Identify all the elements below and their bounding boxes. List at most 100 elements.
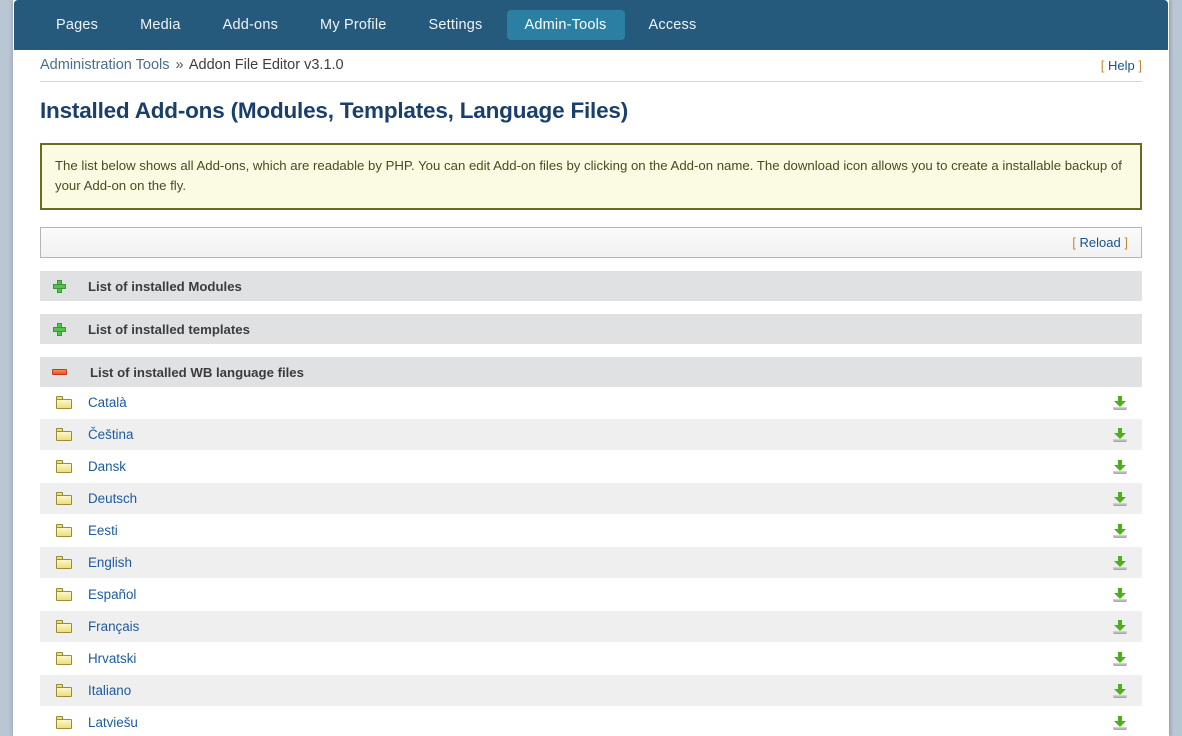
download-icon[interactable] — [1098, 459, 1142, 474]
download-glyph — [1113, 459, 1127, 474]
reload-bar: [ Reload ] — [40, 227, 1142, 258]
help-label: Help — [1108, 58, 1135, 73]
folder-icon — [40, 428, 88, 441]
file-row[interactable]: Español — [40, 579, 1142, 611]
section-list: List of installed Modules List of install… — [40, 271, 1142, 387]
breadcrumb-row: Administration Tools » Addon File Editor… — [40, 50, 1142, 82]
plus-icon[interactable] — [44, 279, 74, 293]
download-icon[interactable] — [1098, 491, 1142, 506]
breadcrumb-root[interactable]: Administration Tools — [40, 57, 170, 73]
folder-glyph — [56, 588, 72, 601]
file-list: Català Čeština Dansk Deutsch Eesti English Esp… — [40, 387, 1142, 736]
folder-glyph — [56, 524, 72, 537]
nav-item-settings[interactable]: Settings — [411, 10, 501, 40]
folder-icon — [40, 492, 88, 505]
folder-icon — [40, 716, 88, 729]
help-bracket-close: ] — [1138, 58, 1142, 73]
download-icon[interactable] — [1098, 651, 1142, 666]
download-icon[interactable] — [1098, 395, 1142, 410]
download-glyph — [1113, 491, 1127, 506]
file-name-link[interactable]: Italiano — [88, 683, 1098, 698]
nav-item-my-profile[interactable]: My Profile — [302, 10, 404, 40]
folder-icon — [40, 620, 88, 633]
file-name-link[interactable]: Español — [88, 587, 1098, 602]
file-row[interactable]: Čeština — [40, 419, 1142, 451]
download-icon[interactable] — [1098, 587, 1142, 602]
download-icon[interactable] — [1098, 715, 1142, 730]
breadcrumb: Administration Tools » Addon File Editor… — [40, 57, 344, 73]
file-row[interactable]: Italiano — [40, 675, 1142, 707]
file-name-link[interactable]: Čeština — [88, 427, 1098, 442]
reload-label: Reload — [1079, 235, 1121, 250]
folder-glyph — [56, 620, 72, 633]
file-row[interactable]: Français — [40, 611, 1142, 643]
download-icon[interactable] — [1098, 619, 1142, 634]
reload-bracket-close: ] — [1124, 235, 1128, 250]
section-header[interactable]: List of installed templates — [40, 314, 1142, 344]
nav-item-media[interactable]: Media — [122, 10, 199, 40]
download-icon[interactable] — [1098, 523, 1142, 538]
download-icon[interactable] — [1098, 555, 1142, 570]
nav-item-admin-tools[interactable]: Admin-Tools — [506, 10, 625, 40]
file-name-link[interactable]: Latviešu — [88, 715, 1098, 730]
file-name-link[interactable]: Eesti — [88, 523, 1098, 538]
folder-glyph — [56, 652, 72, 665]
section-label: List of installed templates — [88, 321, 250, 337]
folder-icon — [40, 684, 88, 697]
download-icon[interactable] — [1098, 683, 1142, 698]
nav-item-access[interactable]: Access — [631, 10, 715, 40]
nav-item-add-ons[interactable]: Add-ons — [205, 10, 296, 40]
file-name-link[interactable]: Français — [88, 619, 1098, 634]
folder-glyph — [56, 428, 72, 441]
plus-icon-glyph — [52, 279, 66, 293]
file-row[interactable]: Eesti — [40, 515, 1142, 547]
file-name-link[interactable]: Hrvatski — [88, 651, 1098, 666]
section-header[interactable]: List of installed Modules — [40, 271, 1142, 301]
section-label: List of installed Modules — [88, 278, 242, 294]
folder-glyph — [56, 556, 72, 569]
plus-icon[interactable] — [44, 322, 74, 336]
breadcrumb-leaf: Addon File Editor v3.1.0 — [188, 57, 344, 73]
download-glyph — [1113, 395, 1127, 410]
download-glyph — [1113, 427, 1127, 442]
folder-icon — [40, 652, 88, 665]
download-glyph — [1113, 619, 1127, 634]
file-row[interactable]: Latviešu — [40, 707, 1142, 736]
folder-glyph — [56, 396, 72, 409]
folder-icon — [40, 524, 88, 537]
file-name-link[interactable]: Català — [88, 395, 1098, 410]
nav-item-pages[interactable]: Pages — [38, 10, 116, 40]
reload-link[interactable]: [ Reload ] — [1072, 235, 1128, 250]
folder-icon — [40, 588, 88, 601]
file-name-link[interactable]: Deutsch — [88, 491, 1098, 506]
file-row[interactable]: Dansk — [40, 451, 1142, 483]
folder-icon — [40, 460, 88, 473]
minus-icon-glyph — [51, 369, 67, 375]
help-bracket-open: [ — [1100, 58, 1105, 73]
page-root: Pages Media Add-ons My Profile Settings Admin… — [0, 0, 1182, 736]
reload-bracket-open: [ — [1072, 235, 1076, 250]
file-name-link[interactable]: Dansk — [88, 459, 1098, 474]
folder-glyph — [56, 716, 72, 729]
breadcrumb-separator: » — [175, 57, 184, 73]
file-row[interactable]: Hrvatski — [40, 643, 1142, 675]
section-header[interactable]: List of installed WB language files — [40, 357, 1142, 387]
help-link[interactable]: [ Help ] — [1101, 57, 1142, 73]
content-shell: Pages Media Add-ons My Profile Settings Admin… — [13, 0, 1169, 736]
download-glyph — [1113, 651, 1127, 666]
folder-glyph — [56, 492, 72, 505]
main-content: Administration Tools » Addon File Editor… — [14, 50, 1168, 736]
folder-icon — [40, 556, 88, 569]
folder-glyph — [56, 460, 72, 473]
download-icon[interactable] — [1098, 427, 1142, 442]
file-row[interactable]: Català — [40, 387, 1142, 419]
download-glyph — [1113, 587, 1127, 602]
minus-icon[interactable] — [44, 369, 74, 375]
file-name-link[interactable]: English — [88, 555, 1098, 570]
download-glyph — [1113, 555, 1127, 570]
download-glyph — [1113, 715, 1127, 730]
file-row[interactable]: Deutsch — [40, 483, 1142, 515]
file-row[interactable]: English — [40, 547, 1142, 579]
download-glyph — [1113, 523, 1127, 538]
info-box: The list below shows all Add-ons, which … — [40, 143, 1142, 210]
